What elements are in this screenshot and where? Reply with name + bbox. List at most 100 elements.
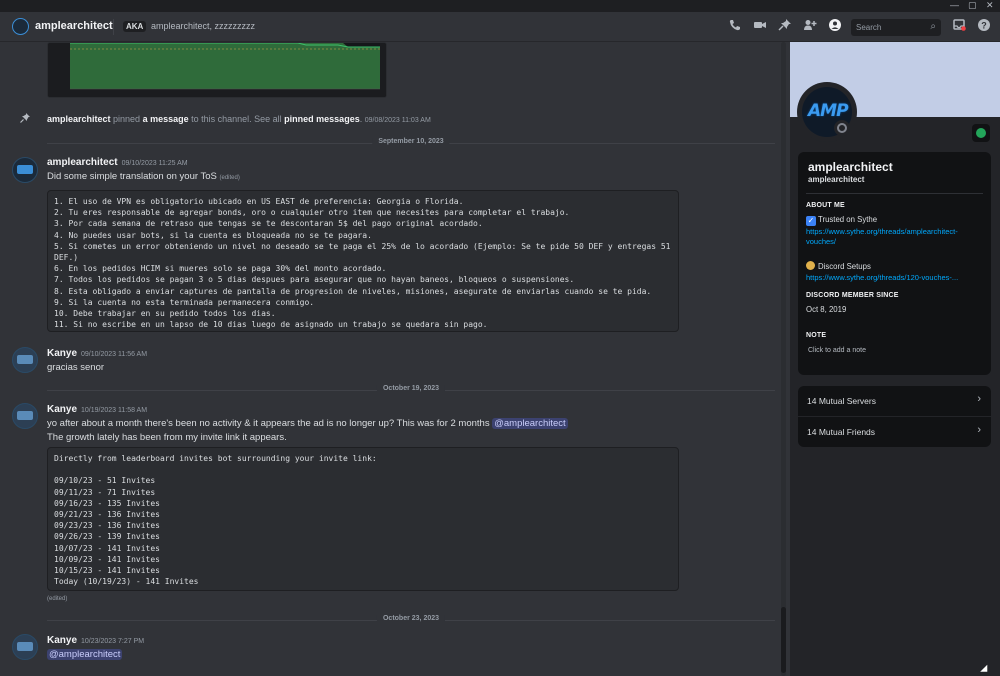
aka-value: amplearchitect, zzzzzzzzz [151,21,256,31]
message-timestamp: 10/19/2023 11:58 AM [81,407,148,414]
header-avatar [12,18,29,35]
profile-card: amplearchitect amplearchitect ABOUT ME ✓… [798,152,991,375]
message-timestamp: 09/10/2023 11:56 AM [81,351,148,358]
member-since-date: Oct 8, 2019 [806,305,847,314]
nitro-badge-icon[interactable] [972,124,990,142]
discord-setups-link[interactable]: https://www.sythe.org/threads/120-vouche… [806,273,986,283]
message-author[interactable]: Kanye 10/19/2023 11:58 AM [47,404,147,415]
search-placeholder: Search [856,23,882,32]
user-mention[interactable]: @amplearchitect [492,418,568,429]
system-text-3: . [359,114,363,124]
profile-icon[interactable] [826,18,844,36]
code-line: 09/16/23 - 135 Invites [54,498,160,508]
message-text: Did some simple translation on your ToS … [47,171,240,182]
code-line: 10/15/23 - 141 Invites [54,566,160,576]
message-body: yo after about a month there's been no a… [47,418,493,429]
message-author[interactable]: Kanye 09/10/2023 11:56 AM [47,348,147,359]
author-name[interactable]: Kanye [47,348,77,359]
video-icon[interactable] [751,18,769,36]
code-line: 3. Por cada semana de retraso que tengas… [54,219,483,229]
avatar[interactable] [12,157,38,183]
date-divider-label: October 23, 2023 [376,615,446,622]
date-divider: October 19, 2023 [47,385,775,392]
add-friend-icon[interactable] [801,18,819,36]
pinned-message-link[interactable]: a message [143,114,189,124]
user-mention[interactable]: @amplearchitect [47,649,123,660]
note-input[interactable]: Click to add a note [808,347,866,354]
aka-label: AKA [123,21,147,32]
system-pin-icon [20,113,30,126]
attached-chart-image[interactable] [47,42,387,98]
profile-separator [806,193,983,194]
code-line: 2. Tu eres responsable de agregar bonds,… [54,208,570,218]
header-username[interactable]: amplearchitect [35,20,113,32]
message-text: gracias senor [47,362,105,373]
code-line: Today (10/19/23) - 141 Invites [54,577,199,587]
about-line-1-text: Trusted on Sythe [818,215,878,224]
message-text-line2: The growth lately has been from my invit… [47,432,287,443]
profile-username: amplearchitect [808,175,865,184]
invites-code-block[interactable]: Directly from leaderboard invites bot su… [47,447,679,591]
chevron-right-icon: › [977,393,981,405]
message-author[interactable]: amplearchitect 09/10/2023 11:25 AM [47,157,188,168]
tos-code-block[interactable]: 1. El uso de VPN es obligatorio ubicado … [47,190,679,332]
avatar[interactable] [12,634,38,660]
code-line: 1. El uso de VPN es obligatorio ubicado … [54,197,464,206]
edited-tag: (edited) [219,175,240,181]
message-body: Did some simple translation on your ToS [47,171,217,182]
search-icon: ⌕ [930,21,936,32]
author-name[interactable]: Kanye [47,404,77,415]
author-name[interactable]: Kanye [47,635,77,646]
offline-status-icon [834,120,850,136]
mutual-friends-label: 14 Mutual Friends [807,427,876,437]
search-input[interactable]: Search ⌕ [851,19,941,36]
date-divider-label: September 10, 2023 [372,138,450,145]
code-line: 09/23/23 - 136 Invites [54,521,160,531]
minimize-button[interactable]: — [950,0,959,11]
mutual-servers-label: 14 Mutual Servers [807,396,876,406]
member-since-heading: DISCORD MEMBER SINCE [806,292,899,299]
message-text: @amplearchitect [47,649,123,660]
code-line: 4. No puedes usar bots, si la cuenta es … [54,230,372,240]
code-line: 7. Todos los pedidos se pagan 3 o 5 dias… [54,275,575,285]
system-text-2: to this channel. See all [188,114,285,124]
code-line: 6. En los pedidos HCIM si mueres solo se… [54,264,387,274]
svg-text:?: ? [981,21,987,31]
sythe-vouches-link[interactable]: https://www.sythe.org/threads/amplearchi… [806,227,986,247]
system-text-1: pinned [110,114,143,124]
close-window-button[interactable]: ✕ [986,0,994,11]
date-divider-label: October 19, 2023 [376,385,446,392]
inbox-icon[interactable] [950,18,968,36]
mutual-servers-button[interactable]: 14 Mutual Servers › [798,386,991,416]
pin-icon[interactable] [776,18,794,36]
system-pin-timestamp: 09/08/2023 11:03 AM [364,117,431,124]
code-line: 09/21/23 - 136 Invites [54,510,160,520]
profile-display-name: amplearchitect [808,160,893,174]
person-icon [806,261,815,270]
mutual-friends-button[interactable]: 14 Mutual Friends › [798,417,991,447]
all-pinned-messages-link[interactable]: pinned messages [284,114,360,124]
maximize-button[interactable]: ▢ [968,0,977,11]
call-icon[interactable] [726,18,744,36]
code-line: 10/07/23 - 141 Invites [54,543,160,553]
message-author[interactable]: Kanye 10/23/2023 7:27 PM [47,635,144,646]
code-line: 5. Si cometes un error obteniendo un niv… [54,241,676,263]
about-me-heading: ABOUT ME [806,202,845,209]
scrollbar-thumb[interactable] [781,607,786,673]
help-icon[interactable]: ? [975,18,993,36]
about-line-2-text: Discord Setups [818,262,871,271]
about-line-1: ✓ Trusted on Sythe [806,215,877,226]
checkmark-icon: ✓ [806,216,816,226]
avatar[interactable] [12,403,38,429]
avatar[interactable] [12,347,38,373]
message-text: yo after about a month there's been no a… [47,418,568,429]
system-pin-message: amplearchitect pinned a message to this … [47,114,431,124]
system-pin-user[interactable]: amplearchitect [47,114,111,124]
author-name[interactable]: amplearchitect [47,157,118,168]
window-titlebar: — ▢ ✕ [0,0,1000,12]
code-line: 10/09/23 - 141 Invites [54,554,160,564]
date-divider: September 10, 2023 [47,138,775,145]
chat-scrollbar[interactable] [781,42,786,676]
code-line: 09/10/23 - 51 Invites [54,476,156,486]
